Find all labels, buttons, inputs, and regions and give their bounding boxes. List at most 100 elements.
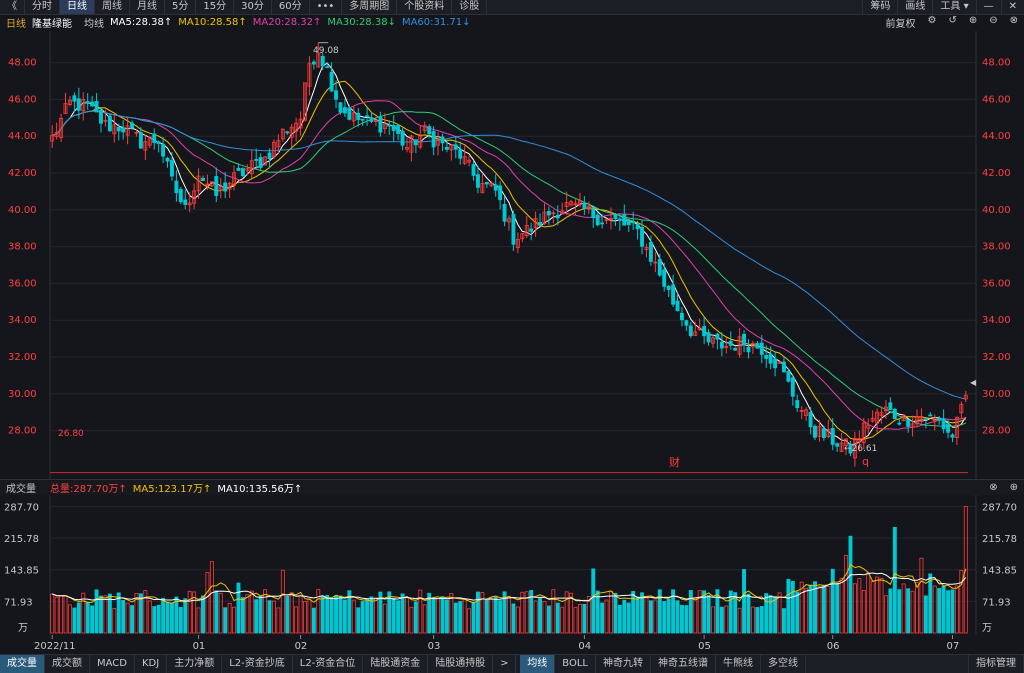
zoom-out-icon[interactable]: ⊖ bbox=[989, 15, 997, 30]
candle-body bbox=[555, 214, 560, 219]
settings-icon[interactable]: ⚙ bbox=[927, 15, 936, 30]
tab-l2-position[interactable]: L2-资金合位 bbox=[293, 655, 364, 673]
candle-body bbox=[152, 133, 157, 143]
candle-body bbox=[613, 214, 618, 220]
price-tick-right: 42.00 bbox=[982, 168, 1011, 179]
volume-bar bbox=[112, 608, 117, 634]
volume-bar bbox=[325, 595, 330, 634]
reset-icon[interactable]: ↺ bbox=[948, 15, 956, 30]
volume-bar bbox=[493, 596, 498, 634]
candle-body bbox=[906, 419, 911, 427]
volume-bar bbox=[54, 596, 59, 634]
candlesticks[interactable] bbox=[50, 42, 968, 467]
volume-bar bbox=[471, 601, 476, 634]
more-periods-button[interactable]: ••• bbox=[310, 0, 343, 14]
candle-body bbox=[706, 332, 711, 343]
ma-label[interactable]: 均线 bbox=[84, 15, 104, 30]
period-tab-60min[interactable]: 60分 bbox=[272, 0, 310, 14]
minimize-button[interactable]: — bbox=[975, 0, 1001, 14]
zoom-in-icon[interactable]: ⊕ bbox=[969, 15, 977, 30]
candle-body bbox=[116, 126, 121, 132]
volume-bar bbox=[551, 589, 556, 634]
ma10-line bbox=[52, 80, 967, 441]
tab-magic-five[interactable]: 神奇五线谱 bbox=[651, 655, 716, 673]
draw-line-button[interactable]: 画线 bbox=[897, 0, 932, 14]
date-axis: 2022/11 01 02 03 04 05 06 07 bbox=[34, 635, 959, 652]
volume-bar bbox=[808, 584, 813, 634]
tab-northbound-holding[interactable]: 陆股通持股 bbox=[428, 655, 494, 673]
diagnose-button[interactable]: 诊股 bbox=[452, 0, 488, 14]
zoom-in-volume-icon[interactable]: ⊕ bbox=[1010, 482, 1018, 493]
period-tab-weekly[interactable]: 周线 bbox=[95, 0, 130, 14]
candle-body bbox=[214, 176, 219, 197]
period-tab-15min[interactable]: 15分 bbox=[196, 0, 235, 14]
volume-title[interactable]: 成交量 bbox=[6, 480, 36, 495]
tab-northbound-flow[interactable]: 陆股通资金 bbox=[363, 655, 429, 673]
period-tab-5min[interactable]: 5分 bbox=[165, 0, 197, 14]
tab-main-net[interactable]: 主力净额 bbox=[167, 655, 223, 673]
tab-magic-nine[interactable]: 神奇九转 bbox=[596, 655, 651, 673]
volume-unit-right: 万 bbox=[982, 623, 992, 634]
back-button[interactable]: 《 bbox=[0, 0, 25, 14]
volume-bar bbox=[755, 607, 760, 634]
tab-kdj[interactable]: KDJ bbox=[135, 655, 168, 673]
candle-body bbox=[680, 312, 684, 321]
close-panel-icon[interactable]: ⊗ bbox=[1010, 15, 1018, 30]
date-label: 06 bbox=[827, 641, 840, 652]
volume-bar bbox=[90, 605, 95, 634]
volume-bar bbox=[906, 588, 911, 634]
chips-button[interactable]: 筹码 bbox=[862, 0, 897, 14]
ma30-value: MA30:28.38↓ bbox=[327, 17, 396, 28]
candle-body bbox=[529, 228, 534, 232]
close-button[interactable]: ✕ bbox=[1000, 0, 1024, 14]
close-volume-icon[interactable]: ⊗ bbox=[989, 482, 997, 493]
volume-chart[interactable]: 287.70 287.70 215.78 215.78 143.85 143.85 71.9… bbox=[0, 495, 1024, 654]
candle-body bbox=[950, 434, 955, 438]
stock-info-button[interactable]: 个股资料 bbox=[397, 0, 453, 14]
candle-body bbox=[782, 361, 786, 373]
period-tab-30min[interactable]: 30分 bbox=[234, 0, 272, 14]
tab-ma[interactable]: 均线 bbox=[520, 655, 556, 673]
tab-volume[interactable]: 成交量 bbox=[0, 655, 45, 673]
date-label: 01 bbox=[193, 641, 206, 652]
volume-bar bbox=[342, 599, 347, 634]
candle-body bbox=[666, 286, 671, 290]
volume-bar bbox=[294, 606, 299, 634]
price-tick-right: 34.00 bbox=[982, 315, 1011, 326]
volume-bar bbox=[196, 607, 201, 634]
volume-bar bbox=[675, 600, 680, 634]
candle-body bbox=[396, 124, 401, 134]
price-chart[interactable]: 48.00 46.00 44.00 42.00 40.00 38.00 36.00 34.00… bbox=[0, 31, 1024, 479]
tab-turnover[interactable]: 成交额 bbox=[45, 655, 90, 673]
volume-bar bbox=[790, 580, 795, 634]
multi-period-button[interactable]: 多周期图 bbox=[342, 0, 398, 14]
period-tab-daily[interactable]: 日线 bbox=[60, 0, 95, 14]
volume-bar bbox=[232, 606, 236, 634]
tools-dropdown[interactable]: 工具 ▾ bbox=[932, 0, 975, 14]
tab-bull-bear[interactable]: 牛熊线 bbox=[716, 655, 761, 673]
volume-bar bbox=[405, 597, 409, 634]
candle-body bbox=[338, 102, 343, 113]
price-gridlines bbox=[49, 31, 977, 479]
ma5-line bbox=[52, 62, 967, 446]
period-tab-intraday[interactable]: 分时 bbox=[25, 0, 60, 14]
tab-long-short[interactable]: 多空线 bbox=[761, 655, 806, 673]
price-axis-left: 48.00 46.00 44.00 42.00 40.00 38.00 36.00 34.00… bbox=[8, 58, 37, 437]
adjust-dropdown[interactable]: 前复权 bbox=[885, 15, 915, 30]
tab-macd[interactable]: MACD bbox=[90, 655, 135, 673]
tab-l2-bottom[interactable]: L2-资金抄底 bbox=[222, 655, 293, 673]
volume-bar bbox=[711, 606, 715, 634]
period-tab-monthly[interactable]: 月线 bbox=[130, 0, 165, 14]
price-tick-left: 30.00 bbox=[8, 389, 37, 400]
candle-body bbox=[835, 443, 840, 447]
volume-bar bbox=[573, 606, 578, 634]
volume-bar bbox=[436, 598, 440, 634]
volume-bar bbox=[365, 599, 370, 634]
candle-body bbox=[631, 221, 636, 224]
candle-body bbox=[795, 400, 800, 409]
tab-boll[interactable]: BOLL bbox=[555, 655, 596, 673]
volume-bar bbox=[848, 535, 853, 634]
tabs-scroll-arrow[interactable]: > bbox=[493, 655, 517, 673]
candle-body bbox=[546, 210, 551, 216]
indicator-manage-button[interactable]: 指标管理 bbox=[968, 655, 1024, 673]
